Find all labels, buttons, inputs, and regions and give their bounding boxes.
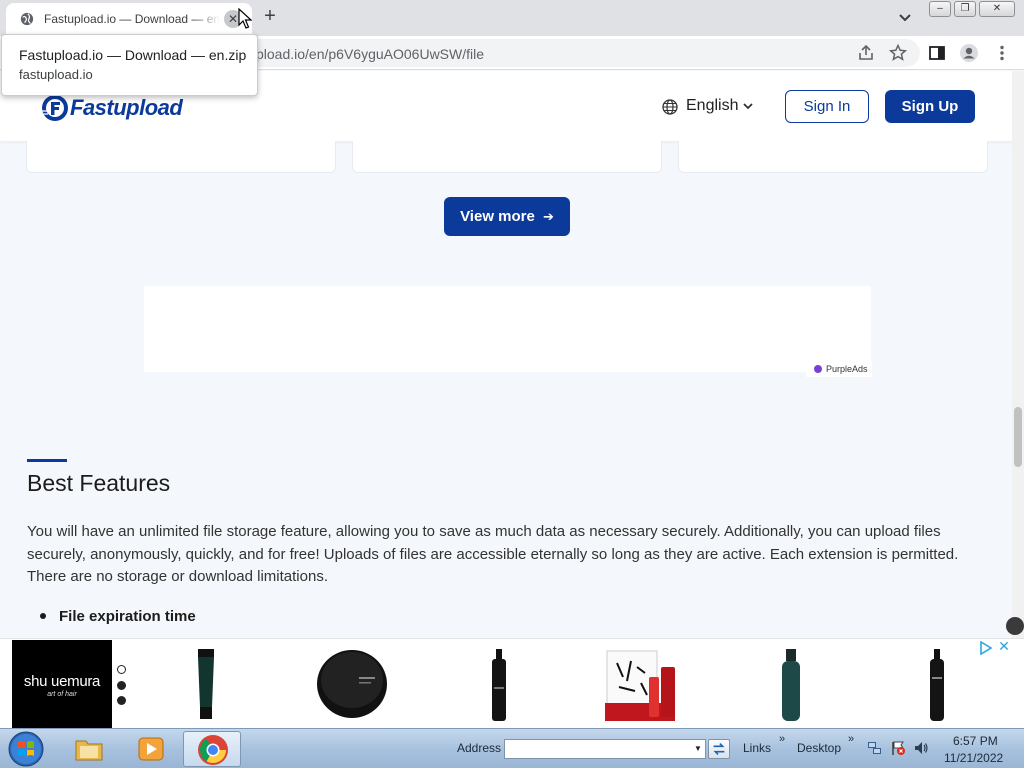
sign-in-button[interactable]: Sign In (785, 90, 869, 123)
ad-product-jar-image[interactable] (315, 647, 389, 721)
purpleads-label: PurpleAds (826, 364, 868, 374)
ad-product-tube-image[interactable] (194, 647, 218, 721)
desktop-toolbar-label[interactable]: Desktop (797, 741, 841, 755)
links-chevron-icon[interactable]: » (779, 733, 785, 745)
floating-widget-button[interactable] (1006, 617, 1024, 635)
purpleads-badge[interactable]: PurpleAds (806, 361, 872, 377)
profile-avatar-icon[interactable] (959, 43, 979, 63)
tab-title: Fastupload.io — Download — en.zip (44, 12, 220, 26)
taskbar-chrome[interactable] (183, 731, 241, 767)
network-icon[interactable] (867, 740, 883, 756)
scrollbar-thumb[interactable] (1014, 407, 1022, 467)
desktop-chevron-icon[interactable]: » (848, 733, 854, 745)
adchoices-icon[interactable] (979, 641, 993, 655)
volume-icon[interactable] (913, 740, 929, 756)
bottom-ad-banner[interactable]: shu uemura art of hair ✕ (0, 638, 1024, 728)
dropdown-arrow-icon[interactable]: ▼ (691, 742, 705, 756)
features-description: You will have an unlimited file storage … (27, 523, 959, 585)
carousel-dot[interactable] (117, 681, 126, 690)
folder-icon (75, 740, 103, 761)
browser-menu-icon[interactable] (992, 43, 1012, 63)
view-more-label: View more (460, 208, 535, 225)
language-globe-icon (662, 99, 678, 115)
tab-search-chevron-icon[interactable] (896, 8, 914, 26)
ad-product-bottle-image[interactable] (779, 647, 803, 723)
url-text: pload.io/en/p6V6yguAO06UwSW/file (256, 46, 485, 62)
fastupload-logo-icon (42, 95, 68, 121)
clock-date[interactable]: 11/21/2022 (944, 751, 1003, 765)
new-tab-button[interactable]: + (260, 6, 280, 28)
ad-slot[interactable] (144, 286, 871, 372)
features-heading: Best Features (27, 470, 171, 496)
file-card[interactable] (352, 141, 662, 173)
language-label: English (686, 97, 739, 114)
taskbar-address-input[interactable]: ▼ (504, 739, 706, 759)
ad-brand-tagline: art of hair (47, 691, 77, 698)
minimize-button[interactable]: – (929, 1, 951, 17)
taskbar-media-player[interactable] (122, 731, 180, 767)
purpleads-dot-icon (814, 365, 822, 373)
carousel-dot[interactable] (117, 665, 126, 674)
logo-text: Fastupload (70, 95, 183, 120)
chrome-icon (198, 735, 228, 765)
action-center-flag-icon[interactable] (890, 740, 906, 756)
side-panel-icon[interactable] (927, 43, 947, 63)
share-icon[interactable] (856, 43, 876, 63)
section-accent-bar (27, 459, 67, 462)
ad-product-giftset-image[interactable] (605, 647, 685, 723)
browser-titlebar: Fastupload.io — Download — en.zip ✕ + – … (0, 0, 1024, 36)
ad-product-mist-image[interactable] (926, 647, 948, 723)
hovercard-domain: fastupload.io (19, 67, 93, 82)
browser-tab[interactable]: Fastupload.io — Download — en.zip ✕ (6, 3, 252, 36)
arrow-right-icon: ➔ (543, 209, 554, 224)
media-player-icon (138, 737, 164, 761)
sign-up-button[interactable]: Sign Up (885, 90, 975, 123)
ad-brand-logo[interactable]: shu uemura art of hair (12, 640, 112, 728)
mouse-cursor-icon (238, 8, 252, 29)
restore-button[interactable]: ❐ (954, 1, 976, 17)
ad-product-spray-image[interactable] (488, 647, 510, 723)
start-button-icon[interactable] (4, 730, 48, 768)
ad-close-icon[interactable]: ✕ (997, 639, 1011, 653)
page-scrollbar[interactable] (1012, 71, 1024, 638)
globe-icon (20, 12, 34, 26)
carousel-dot[interactable] (117, 696, 126, 705)
tab-hovercard: Fastupload.io — Download — en.zip fastup… (1, 34, 258, 96)
bullet-icon (40, 613, 46, 619)
taskbar-explorer[interactable] (60, 731, 118, 767)
bookmark-star-icon[interactable] (888, 43, 908, 63)
view-more-button[interactable]: View more ➔ (444, 197, 570, 236)
windows-taskbar: Address ▼ Links » Desktop » 6:57 PM 11/2… (0, 728, 1024, 768)
address-toolbar-label: Address (457, 741, 502, 755)
file-card[interactable] (678, 141, 988, 173)
file-card[interactable] (26, 141, 336, 173)
list-item: File expiration time (59, 608, 196, 625)
hovercard-title: Fastupload.io — Download — en.zip (19, 47, 247, 63)
fastupload-logo[interactable]: Fastupload (40, 93, 200, 123)
clock-time[interactable]: 6:57 PM (953, 734, 998, 748)
window-close-button[interactable]: ✕ (979, 1, 1015, 17)
links-toolbar-label[interactable]: Links (743, 741, 771, 755)
chevron-down-icon (743, 103, 753, 110)
go-arrows-icon[interactable] (708, 739, 730, 759)
ad-brand-name: shu uemura (23, 673, 101, 690)
